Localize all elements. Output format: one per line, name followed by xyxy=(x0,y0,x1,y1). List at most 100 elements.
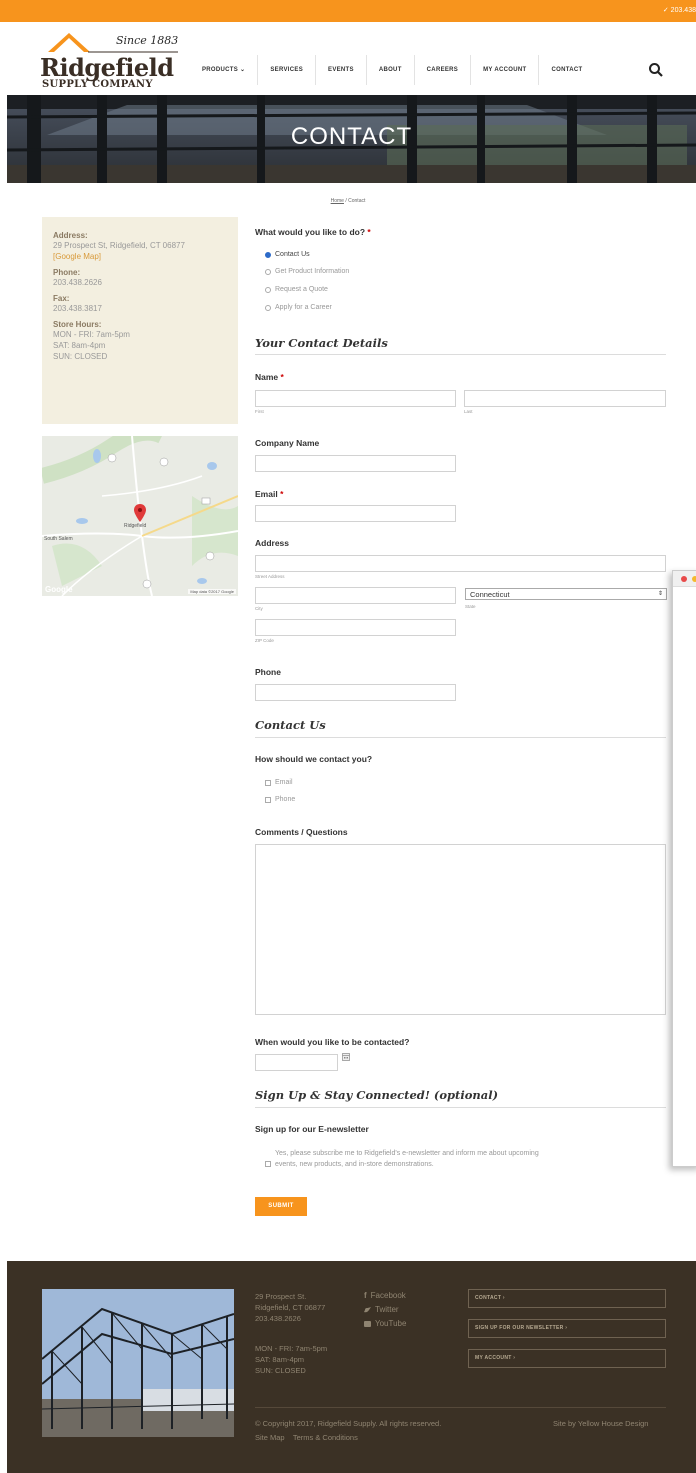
state-select-value: Connecticut xyxy=(470,590,510,599)
search-icon[interactable] xyxy=(648,62,664,78)
nav-contact[interactable]: CONTACT xyxy=(539,55,594,85)
section-divider xyxy=(255,354,666,355)
address-text: 29 Prospect St, Ridgefield, CT 06877 xyxy=(53,241,185,250)
main-nav: PRODUCTS ⌄ SERVICES EVENTS ABOUT CAREERS… xyxy=(190,55,594,85)
minimize-dot-icon[interactable] xyxy=(692,576,696,582)
phone-text[interactable]: 203.438.2626 xyxy=(53,277,227,288)
google-map[interactable]: Ridgefield South Salem Google Map data ©… xyxy=(42,436,238,596)
option-apply-career[interactable]: Apply for a Career xyxy=(265,304,332,311)
radio-checked-icon[interactable] xyxy=(265,251,271,258)
twitter-link[interactable]: Twitter xyxy=(364,1305,406,1314)
email-label-text: Email xyxy=(255,489,278,499)
first-name-input[interactable] xyxy=(255,390,456,407)
select-arrows-icon: ⇕ xyxy=(657,591,663,597)
submit-button[interactable]: SUBMIT xyxy=(255,1197,307,1216)
calendar-icon[interactable] xyxy=(342,1053,350,1061)
google-map-link[interactable]: [Google Map] xyxy=(53,251,227,262)
option-apply-career-label: Apply for a Career xyxy=(275,304,332,311)
company-input[interactable] xyxy=(255,455,456,472)
map-town-south-salem: South Salem xyxy=(44,536,73,542)
email-label: Email * xyxy=(255,489,283,499)
newsletter-label: Sign up for our E-newsletter xyxy=(255,1124,369,1134)
how-phone-label: Phone xyxy=(275,796,296,803)
footer-buttons: CONTACT › SIGN UP FOR OUR NEWSLETTER › M… xyxy=(468,1289,666,1379)
nav-services[interactable]: SERVICES xyxy=(258,55,317,85)
street-input[interactable] xyxy=(255,555,666,572)
checkbox-icon[interactable] xyxy=(265,796,271,803)
map-pin-icon[interactable] xyxy=(134,504,146,522)
radio-icon[interactable] xyxy=(265,304,271,311)
site-header: Since 1883 Ridgefield SUPPLY COMPANY PRO… xyxy=(0,25,696,95)
required-mark: * xyxy=(367,227,371,237)
phone-label: Phone: xyxy=(53,268,81,277)
how-phone-option[interactable]: Phone xyxy=(265,796,295,803)
footer-address-line-1: 29 Prospect St. xyxy=(255,1292,307,1301)
footer-phone[interactable]: 203.438.2626 xyxy=(255,1313,325,1324)
state-select[interactable]: Connecticut ⇕ xyxy=(465,588,667,600)
nav-events[interactable]: EVENTS xyxy=(316,55,367,85)
map-attribution: Map data ©2017 Google xyxy=(188,589,236,594)
option-product-info-label: Get Product Information xyxy=(275,268,350,275)
map-town-ridgefield: Ridgefield xyxy=(124,523,147,529)
footer-newsletter-button[interactable]: SIGN UP FOR OUR NEWSLETTER › xyxy=(468,1319,666,1338)
footer-hours-saturday: SAT: 8am-4pm xyxy=(255,1355,305,1364)
facebook-link[interactable]: f Facebook xyxy=(364,1291,406,1300)
breadcrumb-current: / Contact xyxy=(345,198,366,204)
steel-frame-illustration xyxy=(42,1289,234,1437)
footer-divider xyxy=(255,1407,666,1408)
topbar-phone[interactable]: ✓ 203.438 xyxy=(663,6,696,14)
footer-hours-weekday: MON - FRI: 7am-5pm xyxy=(255,1344,328,1353)
city-input[interactable] xyxy=(255,587,456,604)
fax-text: 203.438.3817 xyxy=(53,304,102,313)
footer-my-account-button[interactable]: MY ACCOUNT › xyxy=(468,1349,666,1368)
option-request-quote[interactable]: Request a Quote xyxy=(265,286,328,293)
how-email-option[interactable]: Email xyxy=(265,779,293,786)
newsletter-checkbox[interactable] xyxy=(265,1154,271,1172)
youtube-link[interactable]: YouTube xyxy=(364,1319,406,1328)
fax-label: Fax: xyxy=(53,294,70,303)
option-contact-us-label: Contact Us xyxy=(275,251,310,258)
hours-label: Store Hours: xyxy=(53,320,102,329)
close-dot-icon[interactable] xyxy=(681,576,687,582)
side-popup-window[interactable] xyxy=(672,570,696,1167)
footer-contact-button[interactable]: CONTACT › xyxy=(468,1289,666,1308)
what-to-do-text: What would you like to do? xyxy=(255,227,366,237)
option-product-info[interactable]: Get Product Information xyxy=(265,268,349,275)
footer-address-line-2: Ridgefield, CT 06877 xyxy=(255,1303,326,1312)
top-bar: ✓ 203.438 xyxy=(0,0,696,22)
nav-my-account[interactable]: MY ACCOUNT xyxy=(471,55,540,85)
checkbox-icon[interactable] xyxy=(265,779,271,786)
newsletter-text-line-1: Yes, please subscribe me to Ridgefield's… xyxy=(275,1150,539,1157)
youtube-label: YouTube xyxy=(375,1319,407,1328)
terms-link[interactable]: Terms & Conditions xyxy=(293,1433,358,1442)
option-contact-us[interactable]: Contact Us xyxy=(265,251,310,258)
hours-saturday: SAT: 8am-4pm xyxy=(53,341,106,350)
nav-about[interactable]: ABOUT xyxy=(367,55,415,85)
site-logo[interactable]: Since 1883 Ridgefield SUPPLY COMPANY xyxy=(40,31,180,90)
breadcrumb-home[interactable]: Home xyxy=(331,198,344,204)
footer-hours: MON - FRI: 7am-5pm SAT: 8am-4pm SUN: CLO… xyxy=(255,1343,327,1376)
section-divider xyxy=(255,737,666,738)
footer-copyright: © Copyright 2017, Ridgefield Supply. All… xyxy=(255,1419,442,1428)
contact-info-box: Address: 29 Prospect St, Ridgefield, CT … xyxy=(42,217,238,424)
email-input[interactable] xyxy=(255,505,456,522)
zip-input[interactable] xyxy=(255,619,456,636)
last-name-input[interactable] xyxy=(464,390,666,407)
sitemap-link[interactable]: Site Map xyxy=(255,1433,285,1442)
radio-icon[interactable] xyxy=(265,268,271,275)
phone-form-label: Phone xyxy=(255,667,281,677)
footer-hours-sunday: SUN: CLOSED xyxy=(255,1366,306,1375)
page-title: CONTACT xyxy=(290,123,413,150)
phone-input[interactable] xyxy=(255,684,456,701)
footer-credit[interactable]: Site by Yellow House Design xyxy=(553,1418,648,1429)
nav-careers[interactable]: CAREERS xyxy=(415,55,472,85)
hours-weekday: MON - FRI: 7am-5pm xyxy=(53,330,130,339)
footer-social: f Facebook Twitter YouTube xyxy=(364,1291,406,1333)
checkbox-icon[interactable] xyxy=(265,1161,271,1167)
comments-textarea[interactable] xyxy=(255,844,666,1015)
name-label-text: Name xyxy=(255,372,279,382)
nav-products[interactable]: PRODUCTS ⌄ xyxy=(190,55,259,85)
date-input[interactable] xyxy=(255,1054,338,1071)
radio-icon[interactable] xyxy=(265,286,271,293)
footer-address: 29 Prospect St. Ridgefield, CT 06877 203… xyxy=(255,1291,325,1324)
